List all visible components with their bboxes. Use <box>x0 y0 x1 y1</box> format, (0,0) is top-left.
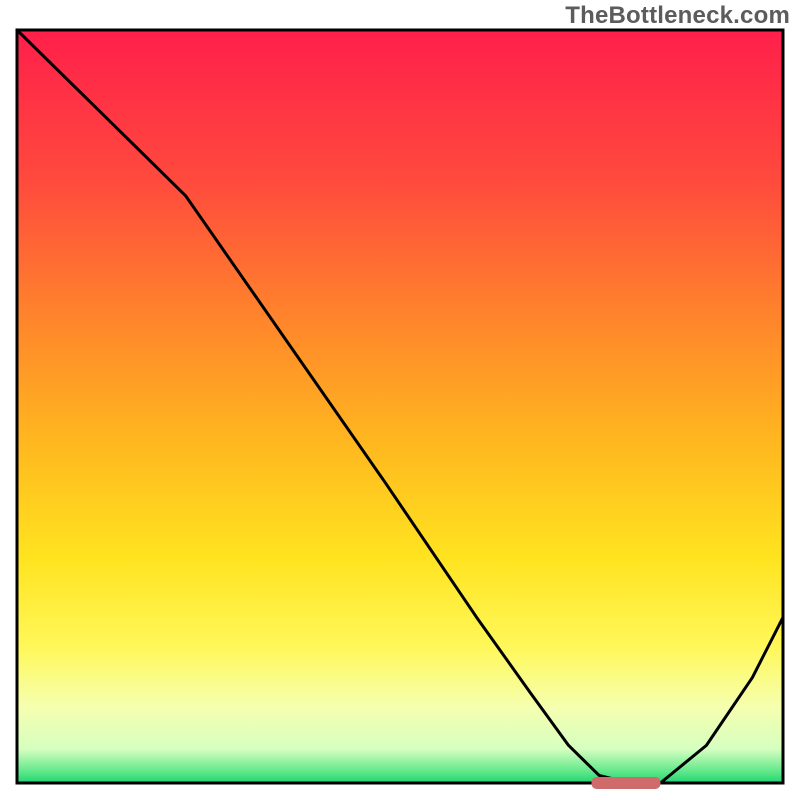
bottleneck-chart <box>0 0 800 800</box>
watermark-text: TheBottleneck.com <box>565 2 790 30</box>
chart-frame: TheBottleneck.com <box>0 0 800 800</box>
optimal-marker <box>592 777 661 789</box>
